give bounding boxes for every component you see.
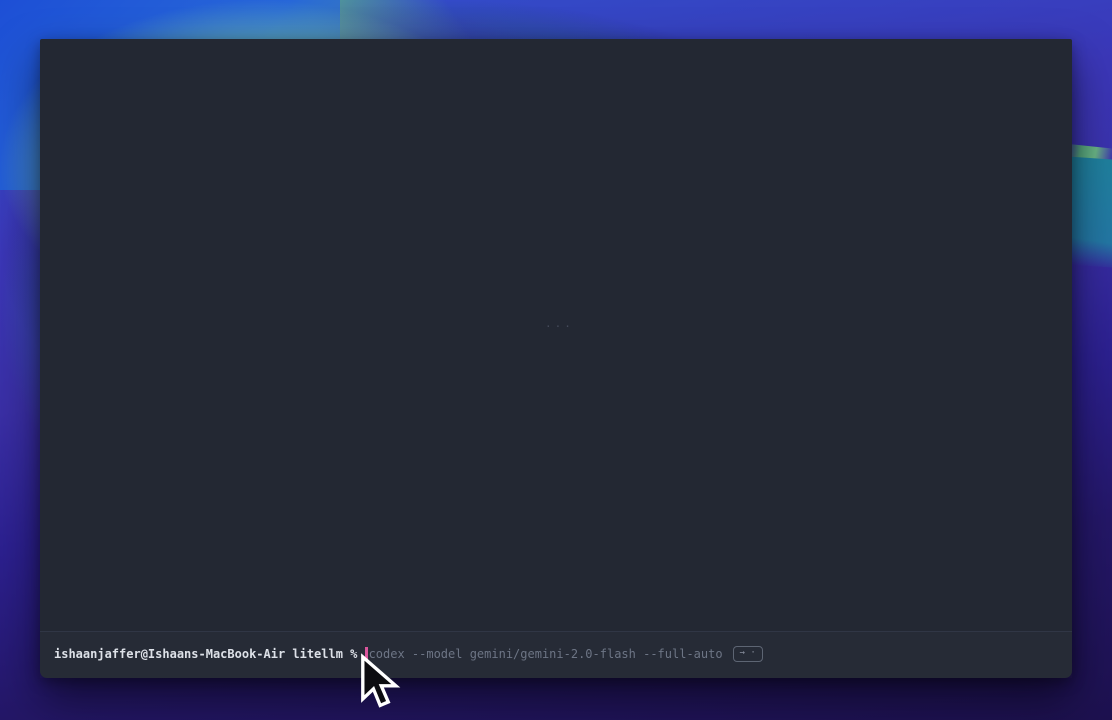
text-cursor-caret — [365, 647, 368, 662]
accept-suggestion-key-hint-badge: → · — [733, 646, 763, 662]
terminal-output-area: ··· — [40, 39, 1072, 631]
terminal-prompt-line[interactable]: ishaanjaffer@Ishaans-MacBook-Air litellm… — [40, 632, 1072, 678]
prompt-symbol: % — [350, 646, 357, 662]
terminal-window[interactable]: ··· ishaanjaffer@Ishaans-MacBook-Air lit… — [40, 39, 1072, 678]
prompt-user-host: ishaanjaffer@Ishaans-MacBook-Air — [54, 646, 285, 662]
loading-ellipsis: ··· — [545, 320, 574, 333]
wallpaper-teal-patch — [1068, 156, 1112, 267]
prompt-directory: litellm — [292, 646, 343, 662]
autosuggestion-text: codex --model gemini/gemini-2.0-flash --… — [369, 646, 723, 662]
